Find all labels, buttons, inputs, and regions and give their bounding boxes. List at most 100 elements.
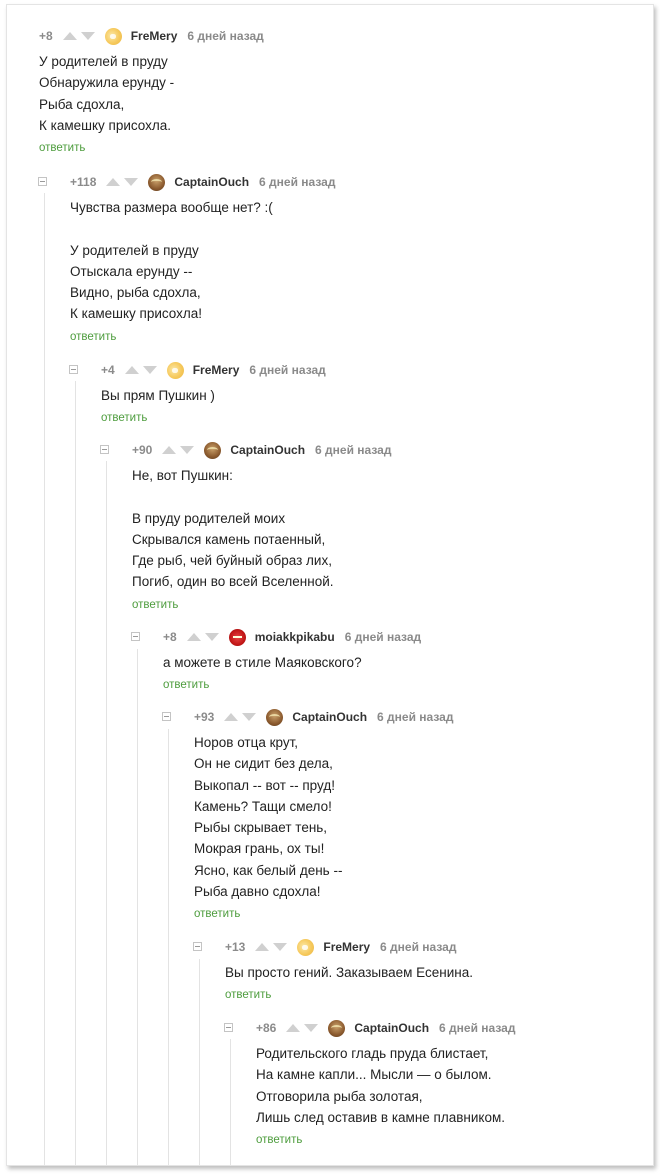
comment: +118 CaptainOuch 6 дней назад Чувства разме… [7,171,653,348]
comment-header: +118 CaptainOuch 6 дней назад [7,171,653,193]
avatar[interactable] [266,708,284,726]
upvote-icon[interactable] [286,1024,301,1032]
username-link[interactable]: CaptainOuch [230,443,305,457]
upvote-icon[interactable] [162,446,177,454]
comment-line: Вы прям Пушкин ) [101,388,215,403]
comment-line: Он не сидит без дела, [194,756,333,772]
downvote-icon[interactable] [180,446,195,454]
comment-line: Рыбы скрывает тень, [194,820,328,836]
comment-line: Ясно, как белый день -- [194,862,343,878]
upvote-icon[interactable] [124,366,139,374]
comment-text: Родительского гладь пруда блистает, На ка… [7,1043,653,1151]
comment-line: Лишь след оставив в камне плавником. [256,1109,506,1125]
vote-controls [255,943,288,951]
collapse-toggle-icon[interactable] [193,942,202,951]
comment-line: К камешку присохла! [70,306,203,322]
comments-panel: +8 FreMery 6 дней назад У родителей в пруду… [6,4,654,1166]
comment-text: У родителей в пруду Обнаружила ерунду - Ры… [7,51,653,159]
comment-line: Не, вот Пушкин: [132,468,233,483]
comment: +8 moiakkpikabu 6 дней назад а можете в сти… [7,626,653,697]
comment-line: Рыба сдохла, [39,96,125,112]
reply-link[interactable]: ответить [39,138,653,159]
collapse-toggle-icon[interactable] [38,177,47,186]
username-link[interactable]: CaptainOuch [174,175,249,189]
username-link[interactable]: CaptainOuch [292,710,367,724]
downvote-icon[interactable] [273,943,288,951]
avatar[interactable] [228,628,246,646]
reply-link[interactable]: ответить [163,675,653,696]
comment-header: +8 FreMery 6 дней назад [7,25,653,47]
avatar[interactable] [297,938,315,956]
comment-rating: +8 [39,29,53,43]
vote-controls [162,446,195,454]
upvote-icon[interactable] [62,32,77,40]
downvote-icon[interactable] [204,633,219,641]
comment-timestamp: 6 дней назад [315,443,392,457]
comment-line [70,218,653,239]
username-link[interactable]: CaptainOuch [354,1021,429,1035]
comment-line: Погиб, один во всей Вселенной. [132,574,334,590]
comment-rating: +13 [225,940,246,954]
comment-text: а можете в стиле Маяковского? ответить [7,652,653,697]
username-link[interactable]: FreMery [193,363,240,377]
upvote-icon[interactable] [224,713,239,721]
reply-link[interactable]: ответить [256,1130,653,1151]
avatar[interactable] [328,1019,346,1037]
comment-line: Мокрая грань, ох ты! [194,841,325,857]
reply-link[interactable]: ответить [70,327,653,348]
comment-header: +90 CaptainOuch 6 дней назад [7,439,653,461]
reply-link[interactable]: ответить [225,985,653,1006]
vote-controls [62,32,95,40]
comment-line: а можете в стиле Маяковского? [163,655,362,670]
username-link[interactable]: FreMery [131,29,178,43]
downvote-icon[interactable] [124,178,139,186]
comment-text: Чувства размера вообще нет? :(У родителе… [7,197,653,348]
comment-line: Камень? Тащи смело! [194,798,332,814]
comment-header: +93 CaptainOuch 6 дней назад [7,706,653,728]
avatar[interactable] [166,361,184,379]
vote-controls [224,713,257,721]
comment-header: +86 CaptainOuch 6 дней назад [7,1017,653,1039]
comment-text: Вы просто гений. Заказываем Есенина. отве… [7,962,653,1007]
comment-rating: +4 [101,363,115,377]
upvote-icon[interactable] [255,943,270,951]
avatar[interactable] [148,173,166,191]
comment: +13 FreMery 6 дней назад Вы просто гений. З… [7,936,653,1007]
upvote-icon[interactable] [106,178,121,186]
downvote-icon[interactable] [304,1024,319,1032]
reply-link[interactable]: ответить [132,595,653,616]
comment-timestamp: 6 дней назад [377,710,454,724]
comment-timestamp: 6 дней назад [187,29,264,43]
collapse-toggle-icon[interactable] [100,445,109,454]
comment-rating: +118 [70,175,97,189]
collapse-toggle-icon[interactable] [69,365,78,374]
comment: +90 CaptainOuch 6 дней назад Не, вот Пушкин… [7,439,653,616]
collapse-toggle-icon[interactable] [224,1023,233,1032]
comment-timestamp: 6 дней назад [344,630,422,644]
downvote-icon[interactable] [80,32,95,40]
comment: +93 CaptainOuch 6 дней назад Норов отца кру… [7,706,653,926]
comment: +86 CaptainOuch 6 дней назад Родительского … [7,1017,653,1151]
vote-controls [124,366,157,374]
comment-line: У родителей в пруду [39,54,168,69]
avatar[interactable] [204,441,222,459]
comment-header: +4 FreMery 6 дней назад [7,359,653,381]
avatar[interactable] [104,27,122,45]
collapse-toggle-icon[interactable] [162,712,171,721]
comment-timestamp: 6 дней назад [259,175,336,189]
reply-link[interactable]: ответить [194,904,653,925]
upvote-icon[interactable] [186,633,201,641]
comment-line: Выкопал -- вот -- пруд! [194,777,335,793]
comment-line: Где рыб, чей буйный образ лих, [132,553,332,569]
downvote-icon[interactable] [242,713,257,721]
comment-line: На камне капли... Мысли — о былом. [256,1067,492,1083]
reply-link[interactable]: ответить [101,408,653,429]
username-link[interactable]: FreMery [323,940,370,954]
downvote-icon[interactable] [142,366,157,374]
collapse-toggle-icon[interactable] [131,632,140,641]
username-link[interactable]: moiakkpikabu [255,630,335,644]
comment-line: Отговорила рыба золотая, [256,1088,423,1104]
comment-rating: +93 [194,710,215,724]
comment-text: Не, вот Пушкин: В пруду родителей моих Скр… [7,465,653,616]
comment-header: +8 moiakkpikabu 6 дней назад [7,626,653,648]
